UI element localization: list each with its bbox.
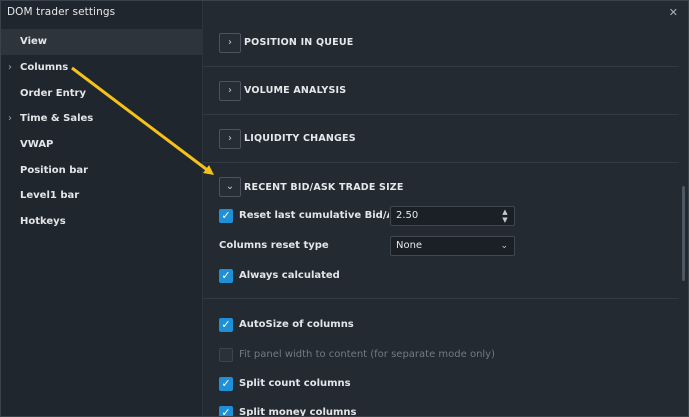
chevron-right-icon: › <box>8 62 12 73</box>
columns-reset-type-label: Columns reset type <box>219 240 329 251</box>
fit-panel-width-checkbox <box>219 348 233 362</box>
sidebar-item-vwap[interactable]: VWAP <box>1 132 202 158</box>
section-volume-analysis[interactable]: › VOLUME ANALYSIS <box>203 67 679 115</box>
split-money-columns-checkbox[interactable]: ✓ <box>219 406 233 416</box>
section-title: RECENT BID/ASK TRADE SIZE <box>244 182 404 193</box>
spinbox-value: 2.50 <box>396 210 419 221</box>
sidebar-item-columns[interactable]: › Columns <box>1 55 202 81</box>
select-value: None <box>396 240 423 251</box>
sidebar-item-position-bar[interactable]: Position bar <box>1 158 202 184</box>
section-liquidity-changes[interactable]: › LIQUIDITY CHANGES <box>203 115 679 163</box>
columns-reset-type-select[interactable]: None ⌄ <box>390 236 515 256</box>
close-icon[interactable]: ✕ <box>669 6 678 19</box>
split-count-columns-checkbox[interactable]: ✓ <box>219 377 233 391</box>
spinbox-arrows[interactable]: ▲ ▼ <box>500 208 510 224</box>
sidebar-item-label: Time & Sales <box>20 113 94 124</box>
sidebar-item-label: Columns <box>20 62 69 73</box>
autosize-columns-label: AutoSize of columns <box>239 319 354 330</box>
always-calculated-checkbox[interactable]: ✓ <box>219 269 233 283</box>
chevron-down-icon[interactable]: ⌄ <box>219 177 241 197</box>
chevron-down-icon: ⌄ <box>500 241 508 251</box>
sidebar-item-label: VWAP <box>20 139 54 150</box>
section-title: POSITION IN QUEUE <box>244 37 354 48</box>
section-position-in-queue[interactable]: › POSITION IN QUEUE <box>203 19 679 67</box>
sidebar-item-view[interactable]: View <box>1 29 202 55</box>
chevron-right-icon[interactable]: › <box>219 33 241 53</box>
reset-cumulative-label: Reset last cumulative Bid/Ask T <box>239 210 389 221</box>
sidebar-item-label: Position bar <box>20 165 89 176</box>
split-money-columns-label: Split money columns <box>239 407 357 417</box>
sidebar-item-label: Order Entry <box>20 88 86 99</box>
section-title: VOLUME ANALYSIS <box>244 85 347 96</box>
reset-cumulative-spinbox[interactable]: 2.50 ▲ ▼ <box>390 206 515 226</box>
chevron-right-icon[interactable]: › <box>219 81 241 101</box>
section-recent-bid-ask-trade-size: ⌄ RECENT BID/ASK TRADE SIZE ✓ Reset last… <box>203 163 679 299</box>
always-calculated-label: Always calculated <box>239 270 340 281</box>
spin-up-icon[interactable]: ▲ <box>500 208 510 216</box>
settings-window: DOM trader settings View › Columns Order… <box>0 0 689 417</box>
autosize-columns-checkbox[interactable]: ✓ <box>219 318 233 332</box>
sidebar-item-label: Level1 bar <box>20 190 80 201</box>
sidebar-item-order-entry[interactable]: Order Entry <box>1 81 202 107</box>
fit-panel-width-label: Fit panel width to content (for separate… <box>239 349 496 360</box>
chevron-right-icon: › <box>8 113 12 124</box>
sidebar-item-label: View <box>20 36 48 47</box>
split-count-columns-label: Split count columns <box>239 378 351 389</box>
window-title: DOM trader settings <box>7 6 116 18</box>
spin-down-icon[interactable]: ▼ <box>500 216 510 224</box>
settings-content: ✕ › POSITION IN QUEUE › VOLUME ANALYSIS … <box>203 1 688 416</box>
sidebar-item-time-sales[interactable]: › Time & Sales <box>1 106 202 132</box>
section-title: LIQUIDITY CHANGES <box>244 133 356 144</box>
sidebar-item-level1-bar[interactable]: Level1 bar <box>1 183 202 209</box>
sidebar-item-hotkeys[interactable]: Hotkeys <box>1 209 202 235</box>
vertical-scrollbar[interactable] <box>682 186 685 281</box>
settings-sidebar: DOM trader settings View › Columns Order… <box>1 1 203 416</box>
chevron-right-icon[interactable]: › <box>219 129 241 149</box>
sidebar-item-label: Hotkeys <box>20 216 66 227</box>
reset-cumulative-checkbox[interactable]: ✓ <box>219 209 233 223</box>
